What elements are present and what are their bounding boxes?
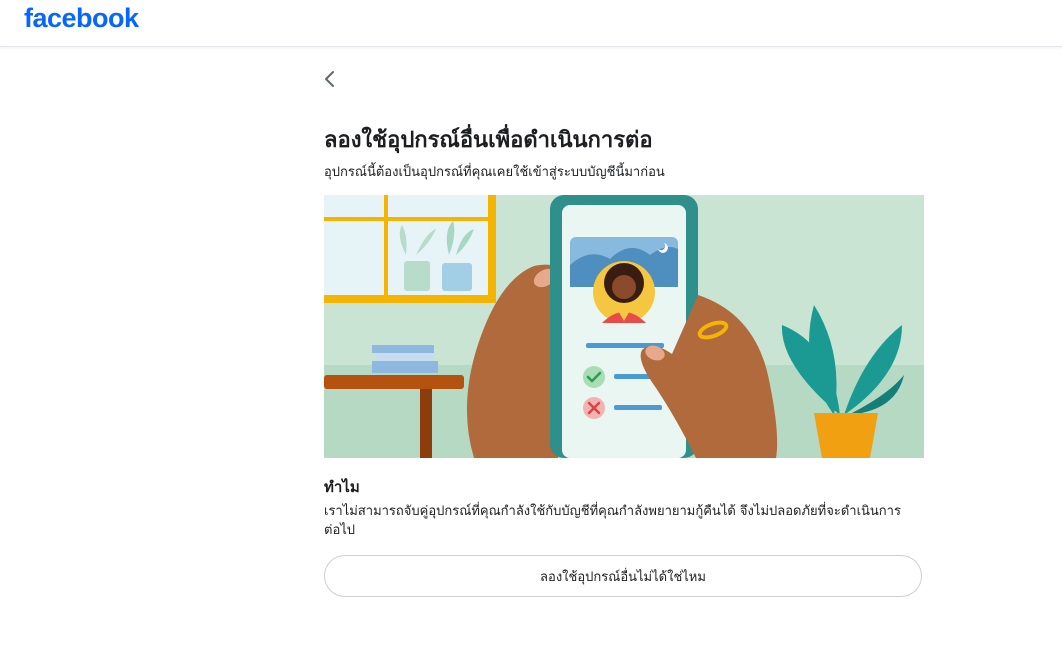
- why-explanation: เราไม่สามารถจับคู่อุปกรณ์ที่คุณกำลังใช้ก…: [324, 504, 901, 538]
- page-title: ลองใช้อุปกรณ์อื่นเพื่อดำเนินการต่อ: [324, 128, 653, 153]
- page-subtitle: อุปกรณ์นี้ต้องเป็นอุปกรณ์ที่คุณเคยใช้เข้…: [324, 165, 665, 180]
- facebook-logo[interactable]: facebook: [24, 3, 139, 34]
- back-button[interactable]: [318, 66, 342, 92]
- top-bar: facebook: [0, 0, 1062, 47]
- cannot-use-another-device-button[interactable]: ลองใช้อุปกรณ์อื่นไม่ได้ใช่ไหม: [324, 555, 922, 597]
- verification-illustration: [324, 195, 924, 458]
- chevron-left-icon: [325, 71, 334, 87]
- why-heading: ทำไม: [324, 478, 360, 496]
